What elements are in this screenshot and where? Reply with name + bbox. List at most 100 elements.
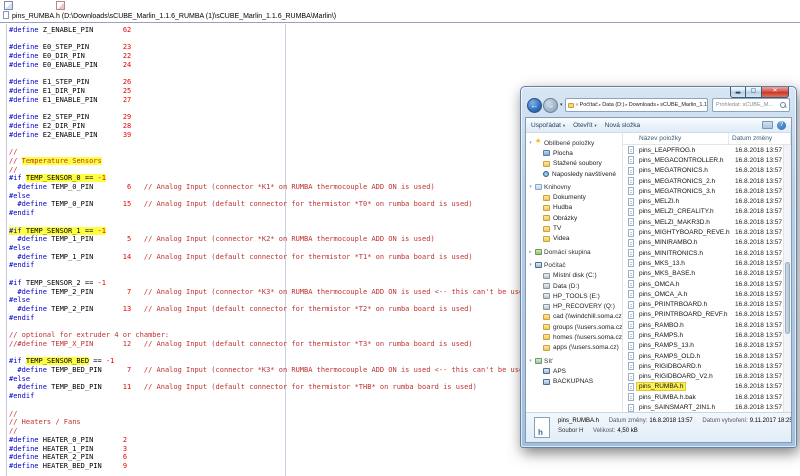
selected-file-icon <box>534 417 550 438</box>
sidebar-section-header[interactable]: ▾Knihovny <box>526 182 622 192</box>
file-row[interactable]: pins_MEGATRONICS_2.h16.8.2018 13:57 <box>623 176 783 186</box>
code-token: // Analog Input (connector *K1* on RUMBA… <box>131 183 434 191</box>
file-icon <box>628 290 634 298</box>
file-row[interactable]: pins_OMCA_A.h16.8.2018 13:57 <box>623 289 783 299</box>
vertical-scrollbar[interactable] <box>783 145 791 412</box>
expander-icon[interactable]: ▾ <box>526 262 535 268</box>
file-row[interactable]: pins_MEGATRONICS.h16.8.2018 13:57 <box>623 166 783 176</box>
new-folder-button[interactable]: Nová složka <box>605 122 640 129</box>
editor-tab[interactable]: pins_RUMBA.h (D:\Downloads\sCUBE_Marlin_… <box>0 11 800 23</box>
sidebar-item[interactable]: homes (\\users.soma.cz) <box>526 332 622 342</box>
sidebar-item[interactable]: cad (\\windchill.soma.cz) <box>526 312 622 322</box>
code-token: TEMP_0_PIN <box>47 183 127 191</box>
sidebar-item[interactable]: Plocha <box>526 148 622 158</box>
open-button[interactable]: Otevřít ▾ <box>573 122 597 129</box>
history-dropdown-icon[interactable]: ▾ <box>560 102 563 108</box>
chevron-left-icon[interactable]: « <box>576 102 579 108</box>
code-token: 9 <box>123 462 127 470</box>
file-row[interactable]: pins_RAMPS.h16.8.2018 13:57 <box>623 330 783 340</box>
file-row[interactable]: pins_RUMBA.h.bak16.8.2018 13:57 <box>623 392 783 402</box>
breadcrumb-item[interactable]: sCUBE_Marlin_1.1.6_RUMBA (1) <box>660 102 708 108</box>
sidebar-section-header[interactable]: ▾Síť <box>526 356 622 366</box>
code-line <box>9 70 800 79</box>
code-token: == <box>85 227 98 235</box>
file-row[interactable]: pins_MINITRONICS.h16.8.2018 13:57 <box>623 248 783 258</box>
modified-document-icon[interactable] <box>56 1 65 10</box>
file-row[interactable]: pins_MELZI.h16.8.2018 13:57 <box>623 196 783 206</box>
file-row[interactable]: pins_MELZI_CREALITY.h16.8.2018 13:57 <box>623 207 783 217</box>
expander-icon[interactable]: ▸ <box>526 249 535 255</box>
file-row[interactable]: pins_RIGIDBOARD.h16.8.2018 13:57 <box>623 361 783 371</box>
change-view-icon[interactable] <box>762 121 773 129</box>
file-row[interactable]: pins_RAMPS_OLD.h16.8.2018 13:57 <box>623 351 783 361</box>
file-row[interactable]: pins_LEAPFROG.h16.8.2018 13:57 <box>623 145 783 155</box>
chevron-down-icon: ▾ <box>563 123 565 128</box>
search-input[interactable]: Prohledat: sCUBE_M... <box>712 98 790 112</box>
code-token: 26 <box>123 78 131 86</box>
file-icon <box>628 208 634 216</box>
breadcrumb-item[interactable]: Počítač <box>580 102 598 108</box>
file-row[interactable]: pins_PRINTRBOARD.h16.8.2018 13:57 <box>623 299 783 309</box>
file-row[interactable]: pins_RAMPS_13.h16.8.2018 13:57 <box>623 341 783 351</box>
sidebar-item[interactable]: HP_RECOVERY (Q:) <box>526 301 622 311</box>
sidebar-section-header[interactable]: ▾Oblíbené položky <box>526 138 622 148</box>
back-button[interactable]: ← <box>527 98 542 113</box>
sidebar-item[interactable]: Videa <box>526 234 622 244</box>
close-button[interactable]: ✕ <box>762 87 789 98</box>
lib-icon <box>535 184 542 190</box>
sidebar-item[interactable]: APS <box>526 366 622 376</box>
sidebar-item[interactable]: Naposledy navštívené <box>526 169 622 179</box>
sidebar-item[interactable]: Místní disk (C:) <box>526 271 622 281</box>
sidebar-item[interactable]: apps (\\users.soma.cz) <box>526 343 622 353</box>
file-date: 16.8.2018 13:57 <box>735 147 783 154</box>
expander-icon[interactable]: ▾ <box>526 184 535 190</box>
maximize-button[interactable]: ▢ <box>746 87 762 98</box>
minimize-button[interactable]: ▂ <box>730 87 746 98</box>
code-token: Temperature Sensors <box>22 157 102 165</box>
file-row[interactable]: pins_MKS_13.h16.8.2018 13:57 <box>623 258 783 268</box>
sidebar-section-header[interactable]: ▸Domácí skupina <box>526 247 622 257</box>
code-token: E2_STEP_PIN <box>39 113 123 121</box>
file-row[interactable]: pins_MELZI_MAKR3D.h16.8.2018 13:57 <box>623 217 783 227</box>
help-icon[interactable]: ? <box>777 121 786 130</box>
organize-button[interactable]: Uspořádat ▾ <box>531 122 565 129</box>
file-row[interactable]: pins_MIGHTYBOARD_REVE.h16.8.2018 13:57 <box>623 227 783 237</box>
breadcrumb-item[interactable]: Data (D:) <box>602 102 624 108</box>
sidebar-item-label: HP_TOOLS (E:) <box>553 293 600 300</box>
file-row[interactable]: pins_SAINSMART_2IN1.h16.8.2018 13:57 <box>623 402 783 412</box>
code-token: #define <box>9 87 39 95</box>
expander-icon[interactable]: ▾ <box>526 358 535 364</box>
file-row[interactable]: pins_MEGACONTROLLER.h16.8.2018 13:57 <box>623 155 783 165</box>
code-token: // Analog Input (default connector for t… <box>131 383 477 391</box>
file-row[interactable]: pins_MINIRAMBO.h16.8.2018 13:57 <box>623 238 783 248</box>
code-token: 28 <box>123 122 131 130</box>
sidebar-item[interactable]: Dokumenty <box>526 192 622 202</box>
file-row[interactable]: pins_MKS_BASE.h16.8.2018 13:57 <box>623 269 783 279</box>
sidebar-item[interactable]: Data (D:) <box>526 281 622 291</box>
scrollbar-thumb[interactable] <box>785 262 790 334</box>
sidebar-section-header[interactable]: ▾Počítač <box>526 260 622 270</box>
file-row[interactable]: pins_MEGATRONICS_3.h16.8.2018 13:57 <box>623 186 783 196</box>
file-row[interactable]: pins_PRINTRBOARD_REVF.h16.8.2018 13:57 <box>623 310 783 320</box>
code-token: // <box>9 427 17 435</box>
sidebar-item[interactable]: Obrázky <box>526 213 622 223</box>
column-header-date[interactable]: Datum změny <box>729 133 791 144</box>
file-icon <box>628 167 634 175</box>
sidebar-item[interactable]: TV <box>526 223 622 233</box>
file-row[interactable]: pins_OMCA.h16.8.2018 13:57 <box>623 279 783 289</box>
file-row[interactable]: pins_RIGIDBOARD_V2.h16.8.2018 13:57 <box>623 372 783 382</box>
sidebar-item[interactable]: Hudba <box>526 203 622 213</box>
column-header-name[interactable]: Název položky <box>623 133 729 144</box>
sidebar-item[interactable]: groups (\\users.soma.cz) <box>526 322 622 332</box>
breadcrumb[interactable]: « Počítač▸Data (D:)▸Downloads▸sCUBE_Marl… <box>565 98 708 112</box>
sidebar-item[interactable]: BACKUPNAS <box>526 377 622 387</box>
file-row[interactable]: pins_RUMBA.h16.8.2018 13:57 <box>623 382 783 392</box>
expander-icon[interactable]: ▾ <box>526 140 535 146</box>
document-icon[interactable] <box>4 1 13 10</box>
file-row[interactable]: pins_RAMBO.h16.8.2018 13:57 <box>623 320 783 330</box>
sidebar-item[interactable]: HP_TOOLS (E:) <box>526 291 622 301</box>
breadcrumb-item[interactable]: Downloads <box>629 102 656 108</box>
forward-button[interactable]: → <box>543 98 558 113</box>
details-size-label: Velikost: <box>593 428 615 434</box>
sidebar-item[interactable]: Stažené soubory <box>526 159 622 169</box>
